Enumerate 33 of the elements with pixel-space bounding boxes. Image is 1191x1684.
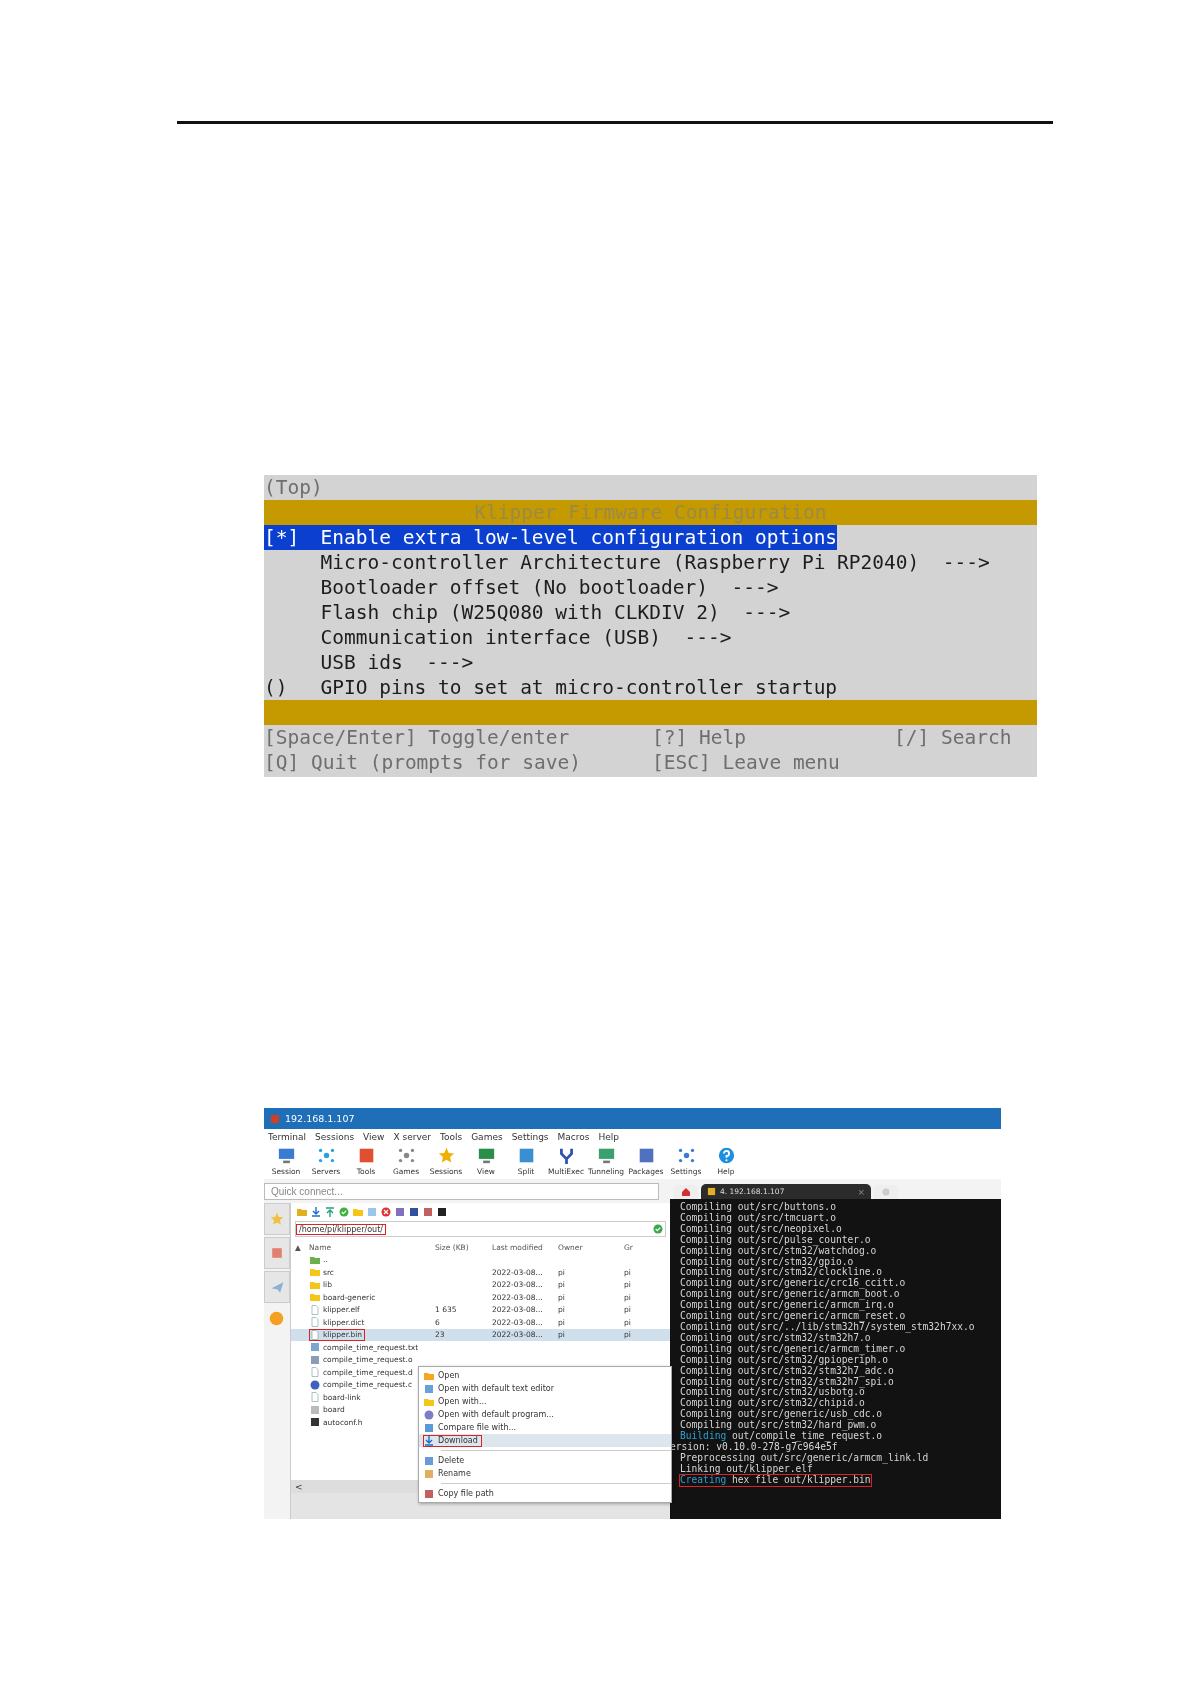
terminal-line: Linking out/klipper.elf: [680, 1463, 813, 1475]
terminal-line: Compiling out/src/pulse_counter.o: [680, 1234, 871, 1246]
key-hint: [Space/Enter] Toggle/enter: [264, 725, 571, 750]
terminal-line: Compiling out/src/buttons.o: [680, 1202, 836, 1213]
key-hint: [?] Help: [652, 725, 747, 750]
terminal-line: Compiling out/src/stm32/gpioperiph.o: [680, 1354, 888, 1366]
terminal-line: Compiling out/src/stm32/stm32h7_adc.o: [680, 1365, 894, 1377]
terminal-line: Creating hex file out/klipper.bin: [680, 1474, 871, 1486]
terminal-line: Compiling out/src/generic/armcm_boot.o: [680, 1289, 900, 1301]
key-hint: [ESC] Leave menu: [652, 750, 841, 775]
terminal-line: Compiling out/src/generic/armcm_irq.o: [680, 1300, 894, 1312]
terminal-line: Compiling out/src/generic/usb_cdc.o: [680, 1409, 883, 1421]
terminal-line: Compiling out/src/stm32/gpio.o: [680, 1256, 854, 1268]
terminal-line: Building out/compile_time_request.o: [680, 1431, 883, 1442]
terminal-line: Compiling out/src/neopixel.o: [680, 1223, 842, 1235]
terminal-line: Compiling out/src/generic/armcm_reset.o: [680, 1311, 906, 1322]
terminal-line: Compiling out/src/../lib/stm32h7/system_stm32h7xx.o: [680, 1321, 975, 1333]
terminal-line: Compiling out/src/stm32/stm32h7.o: [680, 1332, 871, 1344]
terminal-line: Compiling out/src/stm32/chipid.o: [680, 1398, 865, 1410]
menu-title: Klipper Firmware Configuration: [474, 500, 827, 525]
terminal-line: Compiling out/src/tmcuart.o: [680, 1212, 836, 1224]
key-hint: [/] Search: [894, 725, 1013, 750]
terminal-line: Compiling out/src/stm32/usbotg.o: [680, 1387, 865, 1399]
terminal-line: Compiling out/src/stm32/stm32h7_spi.o: [680, 1376, 894, 1388]
window-title: 192.168.1.107: [285, 1113, 355, 1124]
terminal-line: Compiling out/src/stm32/watchdog.o: [680, 1245, 877, 1257]
terminal-line: Compiling out/src/stm32/hard_pwm.o: [680, 1420, 877, 1432]
terminal-line: Compiling out/src/stm32/clockline.o: [680, 1267, 883, 1279]
key-hint: [Q] Quit (prompts for save): [264, 750, 582, 775]
terminal-line: Preprocessing out/src/generic/armcm_link.ld: [680, 1452, 929, 1464]
terminal-line: Compiling out/src/generic/crc16_ccitt.o: [680, 1278, 906, 1290]
menu-location: (Top): [264, 475, 324, 500]
terminal-line: Compiling out/src/generic/armcm_timer.o: [680, 1343, 906, 1355]
